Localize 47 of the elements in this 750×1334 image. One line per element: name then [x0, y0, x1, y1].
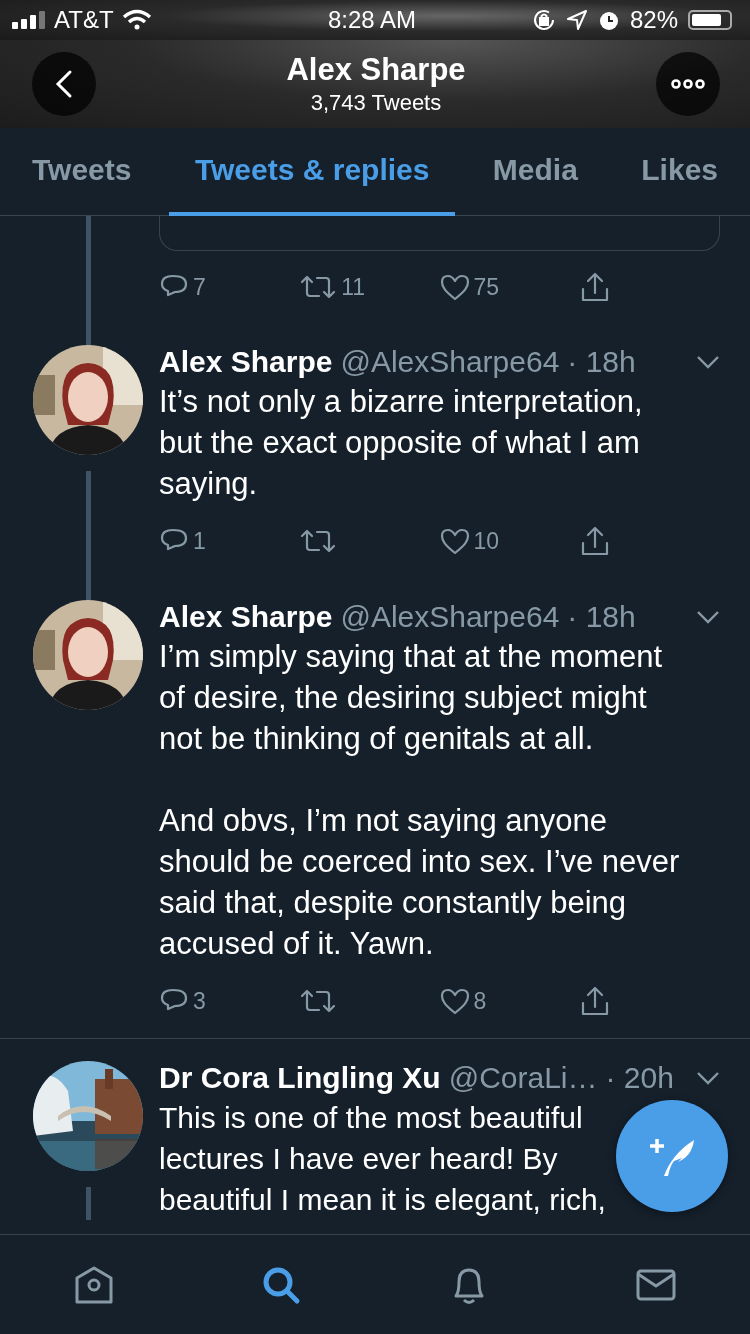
location-icon: [565, 9, 588, 31]
tweet-text: I’m simply saying that at the moment of desire, the desiring subject might not be thinking of genitals at all. And obvs, I’m not saying anyone should be coerced into sex. I’ve never said that, despite constantly being accused of it. Yawn.: [159, 638, 681, 963]
chevron-down-icon[interactable]: [696, 1071, 720, 1085]
heart-icon[interactable]: [439, 273, 470, 301]
retweet-count: 11: [341, 273, 366, 301]
tweet-text: This is one of the most beautiful lectures I have ever heard! By beautiful I mean it is elegant, rich,: [159, 1100, 607, 1218]
profile-tab[interactable]: Media: [466, 128, 604, 216]
share-icon[interactable]: [579, 985, 610, 1017]
alarm-icon: [597, 9, 620, 31]
profile-name: Alex Sharpe: [286, 52, 466, 88]
reply-count: 3: [193, 987, 206, 1015]
like-count: 10: [473, 527, 500, 555]
signal-icon: [12, 11, 46, 29]
chevron-down-icon[interactable]: [696, 355, 720, 369]
share-icon[interactable]: [579, 525, 610, 557]
author-name[interactable]: Alex Sharpe: [159, 345, 333, 379]
back-icon: [55, 69, 73, 99]
author-handle: @AlexSharpe64: [340, 345, 560, 379]
author-name[interactable]: Dr Cora Lingling Xu: [159, 1061, 441, 1095]
battery-icon: [688, 10, 732, 30]
profile-tab[interactable]: Likes: [615, 128, 744, 216]
profile-tab[interactable]: Tweets: [6, 128, 158, 216]
tweet-time: · 18h: [567, 600, 636, 634]
retweet-icon[interactable]: [299, 988, 338, 1014]
heart-icon[interactable]: [439, 527, 470, 555]
author-handle: @AlexSharpe64: [340, 600, 560, 634]
share-icon[interactable]: [579, 271, 610, 303]
carrier-label: AT&T: [54, 6, 114, 34]
reply-count: 1: [193, 527, 206, 555]
wifi-icon: [121, 9, 152, 31]
author-handle: @CoraLi…: [448, 1061, 598, 1095]
like-count: 8: [473, 987, 487, 1015]
chevron-down-icon[interactable]: [696, 610, 720, 624]
rotation-lock-icon: [531, 8, 556, 32]
retweet-icon[interactable]: [299, 274, 338, 300]
retweet-icon[interactable]: [299, 528, 338, 554]
reply-count: 7: [193, 273, 206, 301]
tweet-text: It’s not only a bizarre interpretation, but the exact opposite of what I am saying.: [159, 383, 644, 503]
like-count: 75: [473, 273, 500, 301]
heart-icon[interactable]: [439, 987, 470, 1015]
tweet-time: · 18h: [567, 345, 636, 379]
more-icon: [671, 78, 705, 90]
battery-percent: 82%: [629, 6, 678, 34]
tweet-count: 3,743 Tweets: [310, 90, 442, 116]
author-name[interactable]: Alex Sharpe: [159, 600, 333, 634]
clock-time: 8:28 AM: [327, 6, 417, 34]
tweet-time: · 20h: [605, 1061, 674, 1095]
